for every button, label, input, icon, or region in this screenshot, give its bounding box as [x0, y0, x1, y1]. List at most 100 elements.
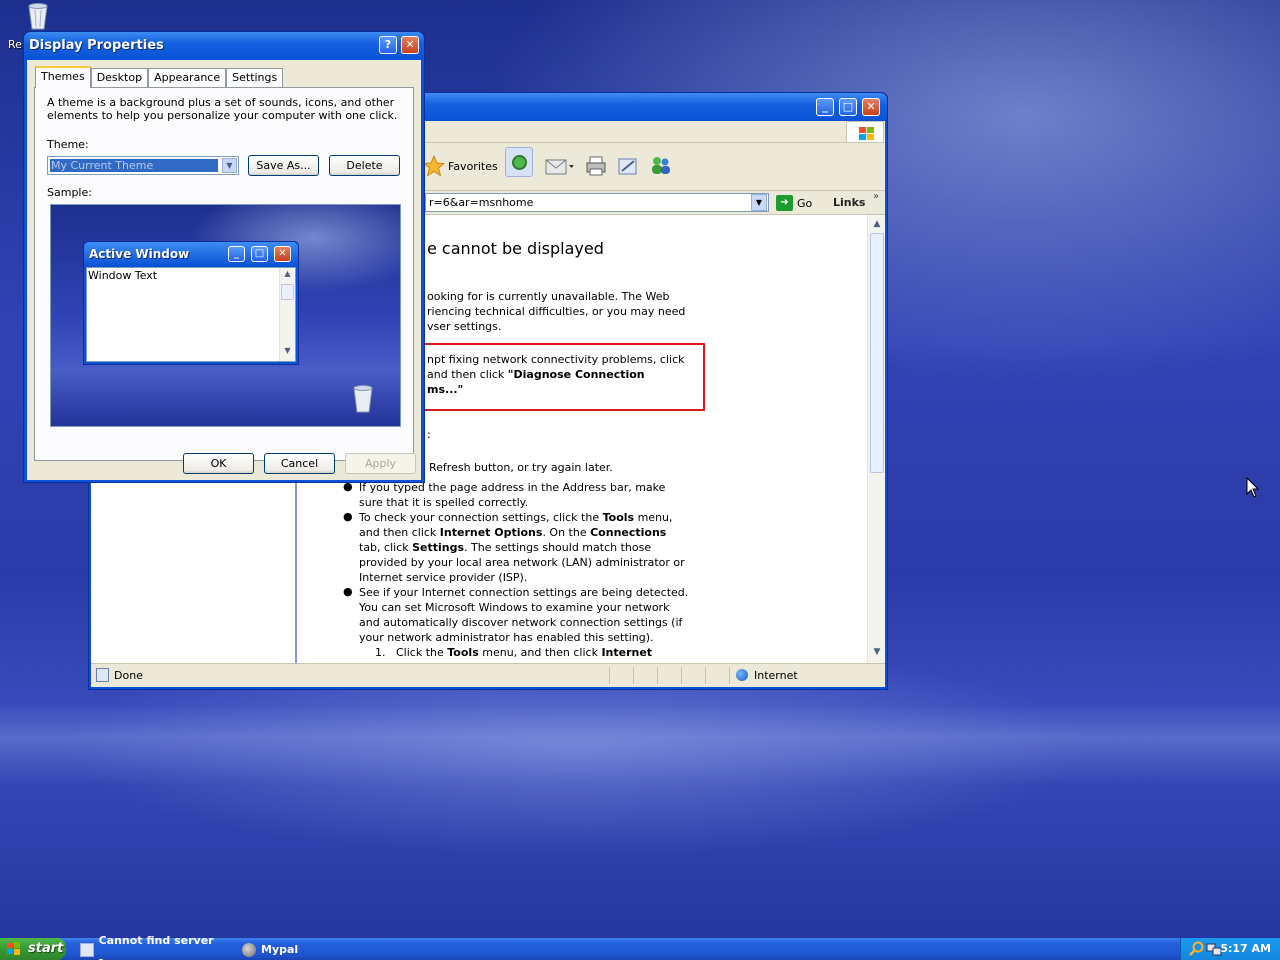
bullet-line: You can set Microsoft Windows to examine…	[359, 601, 670, 614]
taskbar: start Cannot find server -... Mypal 5:17…	[0, 934, 1280, 960]
bullet-line: sure that it is spelled correctly.	[359, 496, 529, 509]
diagnose-link-text[interactable]: "Diagnose Connection	[508, 368, 645, 381]
sub-step-line: 1. Click the Tools menu, and then click …	[375, 645, 652, 660]
page-colon: :	[427, 428, 431, 441]
tab-themes[interactable]: Themes	[35, 66, 91, 88]
bullet-line: To check your connection settings, click…	[359, 510, 673, 525]
sample-scrollbar: ▲ ▼	[279, 268, 295, 361]
windows-flag-icon	[846, 121, 884, 143]
sample-active-window: Active Window _ □ ✕ Window Text ▲ ▼	[83, 241, 299, 365]
dialog-body: Themes Desktop Appearance Settings A the…	[27, 60, 421, 480]
print-button[interactable]	[585, 153, 607, 179]
box-line: ms..."	[427, 383, 464, 396]
ok-button[interactable]: OK	[183, 453, 254, 474]
bullet-line: Internet service provider (ISP).	[359, 571, 528, 584]
taskbar-item-ie[interactable]: Cannot find server -...	[80, 934, 230, 960]
recycle-bin-icon[interactable]	[26, 2, 50, 30]
links-chevron-icon[interactable]: »	[873, 191, 879, 202]
desktop-wallpaper-band	[0, 705, 1280, 785]
messenger-button[interactable]	[649, 153, 673, 179]
edit-button[interactable]	[617, 153, 639, 179]
text: Settings	[412, 541, 465, 554]
bullet-line: and then click Internet Options. On the …	[359, 525, 666, 540]
status-divider	[729, 667, 730, 684]
theme-label: Theme:	[47, 138, 89, 151]
page-para-line: riencing technical difficulties, or you …	[427, 305, 686, 318]
status-text: Done	[114, 669, 143, 682]
bullet-line: provided by your local area network (LAN…	[359, 556, 685, 569]
tab-desktop[interactable]: Desktop	[90, 68, 149, 88]
sample-window-text: Window Text	[88, 269, 158, 282]
search-icon[interactable]	[1189, 941, 1205, 957]
text: Tools	[602, 511, 635, 524]
zone-text: Internet	[754, 669, 798, 682]
address-input[interactable]: r=6&ar=msnhome	[425, 193, 769, 212]
dialog-close-button[interactable]: ✕	[401, 36, 419, 54]
ie-minimize-button[interactable]: _	[816, 98, 834, 116]
text: . On the	[542, 526, 591, 539]
scroll-up-icon: ▲	[284, 269, 291, 278]
status-divider	[633, 667, 634, 684]
recycle-bin-label[interactable]: Re	[8, 38, 22, 51]
theme-sample-preview: Active Window _ □ ✕ Window Text ▲ ▼	[50, 204, 401, 427]
scroll-up-icon[interactable]: ▲	[870, 217, 884, 231]
apply-button[interactable]: Apply	[345, 453, 416, 474]
bullet-line: tab, click Settings. The settings should…	[359, 540, 651, 555]
tab-settings[interactable]: Settings	[226, 68, 284, 88]
text: and then click	[359, 526, 440, 539]
theme-description: A theme is a background plus a set of so…	[47, 96, 398, 122]
box-line: npt fixing network connectivity problems…	[427, 353, 685, 366]
maximize-icon: □	[251, 246, 268, 262]
recycle-bin-icon	[353, 385, 373, 413]
sample-window-title: Active Window	[89, 247, 190, 261]
clock[interactable]: 5:17 AM	[1220, 942, 1271, 955]
status-divider	[657, 667, 658, 684]
ie-maximize-button[interactable]: □	[839, 98, 857, 116]
ie-close-button[interactable]: ✕	[862, 98, 880, 116]
cancel-button[interactable]: Cancel	[264, 453, 335, 474]
box-line: and then click "Diagnose Connection	[427, 367, 645, 382]
ie-vertical-scrollbar[interactable]: ▲ ▼	[867, 215, 885, 663]
taskbar-item-label: Cannot find server -...	[98, 933, 214, 960]
page-heading: e cannot be displayed	[427, 239, 604, 258]
text: Tools	[447, 646, 479, 659]
mouse-cursor-icon	[1246, 477, 1260, 498]
bullet-icon: ●	[343, 585, 353, 598]
go-label: Go	[797, 196, 813, 210]
ie-page-icon	[80, 942, 94, 957]
scroll-down-icon[interactable]: ▼	[870, 645, 884, 659]
sample-label: Sample:	[47, 186, 92, 199]
theme-select[interactable]: My Current Theme ▼	[47, 156, 239, 175]
bullet-line: your network administrator has enabled t…	[359, 631, 654, 644]
mypal-icon	[242, 942, 256, 957]
chevron-down-icon[interactable]: ▼	[222, 158, 237, 173]
taskbar-item-mypal[interactable]: Mypal	[242, 940, 362, 959]
internet-globe-icon	[736, 669, 748, 681]
favorites-button[interactable]: Favorites	[423, 153, 498, 179]
history-icon	[505, 147, 533, 177]
page-para-line: ooking for is currently unavailable. The…	[427, 290, 670, 303]
mail-button[interactable]	[545, 153, 575, 179]
start-button[interactable]: start	[0, 938, 66, 960]
scroll-thumb[interactable]	[870, 233, 884, 473]
links-label[interactable]: Links	[833, 196, 865, 209]
scroll-down-icon: ▼	[284, 346, 291, 355]
favorites-label: Favorites	[448, 159, 498, 173]
edit-icon	[618, 158, 637, 175]
dialog-titlebar[interactable]: Display Properties ? ✕	[24, 32, 424, 60]
save-as-button[interactable]: Save As...	[248, 155, 319, 176]
tab-strip: Themes Desktop Appearance Settings	[35, 66, 284, 88]
page-status-icon	[96, 668, 109, 682]
address-dropdown-icon[interactable]: ▼	[751, 194, 767, 211]
status-divider	[705, 667, 706, 684]
text: . The settings should match those	[464, 541, 652, 554]
theme-select-value: My Current Theme	[50, 159, 218, 172]
minimize-icon: _	[228, 246, 245, 262]
help-button[interactable]: ?	[379, 36, 397, 54]
tab-appearance[interactable]: Appearance	[148, 68, 227, 88]
scroll-thumb	[281, 284, 294, 300]
delete-button[interactable]: Delete	[329, 155, 400, 176]
go-button[interactable]: ➜ Go	[776, 194, 812, 212]
history-button[interactable]	[505, 147, 533, 177]
go-arrow-icon: ➜	[776, 195, 793, 211]
